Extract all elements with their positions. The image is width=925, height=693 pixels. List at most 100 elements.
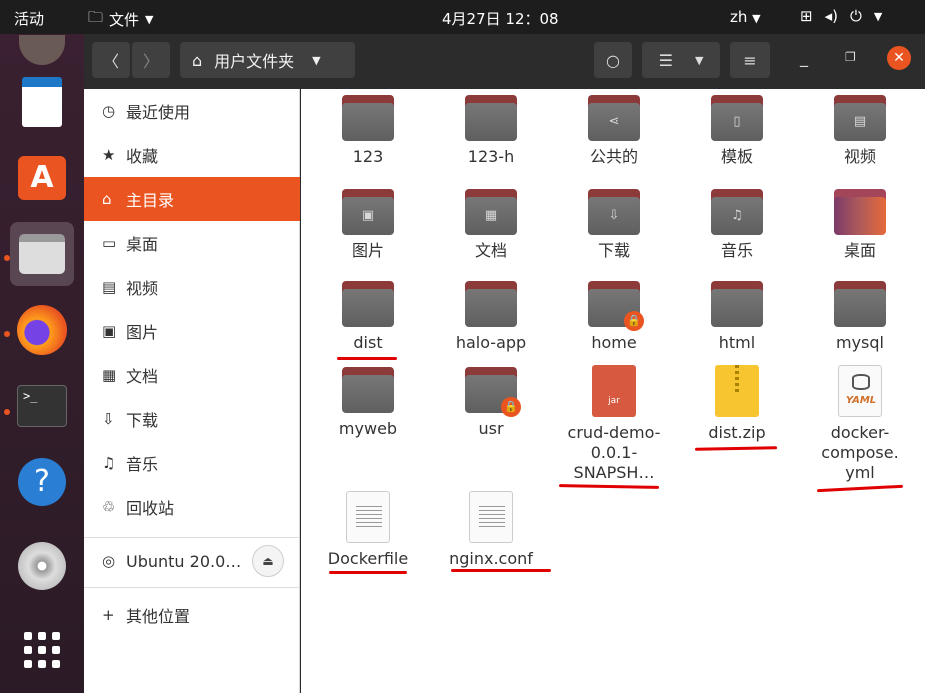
- file-item[interactable]: ▯ 模板: [682, 95, 792, 167]
- file-item[interactable]: mysql: [805, 281, 915, 353]
- show-apps-button[interactable]: [10, 618, 74, 682]
- header-bar: 〈 〉 ⌂ 用户文件夹 ▼ ○ ☰ ▼ ≡ _ ❐ ✕: [84, 34, 925, 89]
- sidebar-item-label: 视频: [126, 279, 159, 298]
- file-item[interactable]: ♫ 音乐: [682, 189, 792, 261]
- forward-button[interactable]: 〉: [132, 42, 170, 78]
- view-toggle-button[interactable]: ☰ ▼: [642, 42, 720, 78]
- terminal-icon: >_: [17, 385, 67, 427]
- location-bar[interactable]: ⌂ 用户文件夹 ▼: [180, 42, 355, 78]
- pictures-folder-icon: ▣: [342, 189, 394, 235]
- file-name: myweb: [338, 419, 398, 438]
- sidebar-item-device[interactable]: ◎ Ubuntu 20.0… ⏏: [84, 539, 300, 583]
- sidebar-item-home[interactable]: ⌂ 主目录: [84, 177, 300, 221]
- language-label: zh: [730, 8, 748, 26]
- sidebar-item-pictures[interactable]: ▣ 图片: [84, 309, 300, 353]
- app-menu[interactable]: 🗀 文件 ▼: [88, 7, 154, 32]
- sidebar-item-videos[interactable]: ▤ 视频: [84, 265, 300, 309]
- file-item[interactable]: 123-h: [436, 95, 546, 167]
- top-bar: 活动 🗀 文件 ▼ 4月27日 12：08 zh ▼ ⊞ ◂) ⏻ ▼: [0, 0, 925, 34]
- text-lines-icon: [356, 506, 382, 528]
- file-item[interactable]: 🔒 home: [559, 281, 669, 353]
- sidebar-item-label: 音乐: [126, 455, 159, 474]
- minimize-icon[interactable]: _: [800, 48, 808, 67]
- eject-button[interactable]: ⏏: [252, 545, 284, 577]
- file-item[interactable]: dist.zip: [682, 365, 792, 443]
- zip-file-icon: [715, 365, 759, 417]
- file-item[interactable]: dist: [313, 281, 423, 353]
- sidebar-item-label: 主目录: [126, 191, 175, 210]
- home-icon: ⌂: [102, 190, 112, 208]
- back-button[interactable]: 〈: [92, 42, 130, 78]
- file-item[interactable]: ⇩ 下载: [559, 189, 669, 261]
- file-item[interactable]: 🔒 usr: [436, 367, 546, 439]
- file-name: mysql: [836, 333, 884, 352]
- text-lines-icon: [479, 506, 505, 528]
- folder-icon: 🗀: [88, 8, 104, 26]
- close-button[interactable]: ✕: [887, 46, 911, 70]
- search-button[interactable]: ○: [594, 42, 632, 78]
- sidebar-item-downloads[interactable]: ⇩ 下载: [84, 397, 300, 441]
- clock[interactable]: 4月27日 12：08: [442, 8, 559, 29]
- chevron-down-icon: ▼: [694, 53, 704, 67]
- file-item[interactable]: jar crud-demo- 0.0.1- SNAPSH…: [559, 365, 669, 483]
- annotation-underline: [816, 484, 904, 493]
- dvd-icon: [18, 542, 66, 590]
- file-item[interactable]: YAML docker- compose. yml: [805, 365, 915, 483]
- dock-help[interactable]: ?: [10, 450, 74, 514]
- sidebar-item-documents[interactable]: ▦ 文档: [84, 353, 300, 397]
- file-item[interactable]: myweb: [313, 367, 423, 439]
- file-item[interactable]: ▣ 图片: [313, 189, 423, 261]
- file-name: dist.zip: [708, 423, 766, 442]
- plus-icon: +: [102, 606, 115, 624]
- power-icon: ⏻: [849, 7, 862, 25]
- file-item[interactable]: nginx.conf: [436, 491, 546, 569]
- divider: [84, 587, 300, 588]
- chevron-left-icon: 〈: [102, 52, 119, 71]
- file-item[interactable]: html: [682, 281, 792, 353]
- lock-icon: 🔒: [624, 311, 644, 331]
- lock-icon: 🔒: [501, 397, 521, 417]
- jar-badge: jar: [608, 396, 620, 406]
- file-name: docker-: [830, 423, 890, 442]
- dock-firefox[interactable]: [10, 298, 74, 362]
- file-item[interactable]: 桌面: [805, 189, 915, 261]
- folder-icon: [834, 281, 886, 327]
- dock-terminal[interactable]: >_: [10, 374, 74, 438]
- chevron-down-icon: ▼: [752, 12, 761, 25]
- maximize-icon[interactable]: ❐: [845, 50, 856, 64]
- sidebar-item-recent[interactable]: ◷ 最近使用: [84, 89, 300, 133]
- file-item[interactable]: ⋖ 公共的: [559, 95, 669, 167]
- document-icon: ▦: [102, 366, 117, 384]
- music-folder-icon: ♫: [711, 189, 763, 235]
- sidebar: ◷ 最近使用 ★ 收藏 ⌂ 主目录 ▭ 桌面 ▤ 视频 ▣ 图片 ▦ 文档 ⇩ …: [84, 89, 300, 693]
- file-name: compose.: [821, 443, 899, 462]
- file-item[interactable]: 123: [313, 95, 423, 167]
- file-name: home: [591, 333, 637, 352]
- system-menu[interactable]: ⊞ ◂) ⏻ ▼: [800, 7, 882, 25]
- jar-file-icon: jar: [592, 365, 636, 417]
- dock-writer[interactable]: [10, 70, 74, 134]
- dock-dvd[interactable]: [10, 534, 74, 598]
- menu-button[interactable]: ≡: [730, 42, 770, 78]
- file-name: nginx.conf: [449, 549, 533, 568]
- video-icon: ▤: [102, 278, 117, 296]
- sidebar-item-music[interactable]: ♫ 音乐: [84, 441, 300, 485]
- file-item[interactable]: ▦ 文档: [436, 189, 546, 261]
- trash-icon: ♲: [102, 498, 116, 516]
- dock-files[interactable]: [10, 222, 74, 286]
- sidebar-item-label: 图片: [126, 323, 159, 342]
- sidebar-item-starred[interactable]: ★ 收藏: [84, 133, 300, 177]
- files-icon: [19, 234, 65, 274]
- file-name: yml: [845, 463, 875, 482]
- language-menu[interactable]: zh ▼: [730, 8, 761, 26]
- file-item[interactable]: ▤ 视频: [805, 95, 915, 167]
- sidebar-item-desktop[interactable]: ▭ 桌面: [84, 221, 300, 265]
- device-label: Ubuntu 20.0…: [126, 551, 242, 571]
- yaml-file-icon: YAML: [838, 365, 882, 417]
- file-item[interactable]: Dockerfile: [313, 491, 423, 569]
- firefox-icon: [17, 305, 67, 355]
- sidebar-item-trash[interactable]: ♲ 回收站: [84, 485, 300, 529]
- file-item[interactable]: halo-app: [436, 281, 546, 353]
- sidebar-item-other-locations[interactable]: + 其他位置: [84, 593, 300, 637]
- dock-software[interactable]: A: [10, 146, 74, 210]
